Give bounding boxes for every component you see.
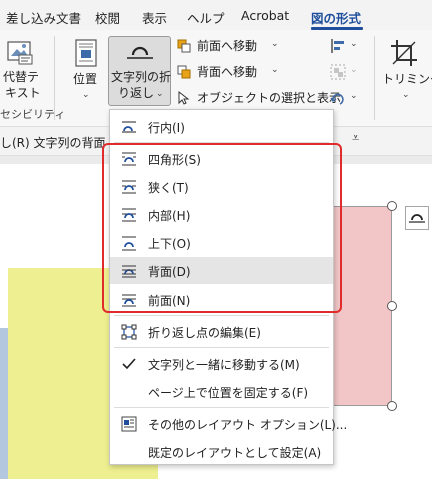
highlight-annotation-box <box>102 143 342 313</box>
alt-text-button[interactable]: 代替テ キスト <box>0 36 44 104</box>
ribbon-separator <box>374 36 375 120</box>
menu-item-label: 行内(I) <box>148 121 185 135</box>
chevron-down-icon: ⌄ <box>271 39 279 49</box>
alt-text-label-2: キスト <box>5 86 41 100</box>
tab-picture-format[interactable]: 図の形式 <box>311 8 361 27</box>
menu-separator <box>114 407 329 408</box>
menu-item-label: 既定のレイアウトとして設定(A) <box>148 446 322 460</box>
resize-handle[interactable] <box>387 301 397 311</box>
layout-options-button[interactable] <box>405 206 429 230</box>
menu-item-label: その他のレイアウト オプション(L)... <box>148 418 348 432</box>
align-icon <box>331 39 344 53</box>
wrap-text-label-2: り返し <box>118 86 155 100</box>
group-icon <box>330 64 346 80</box>
tab-view[interactable]: 表示 <box>142 8 167 27</box>
position-button[interactable]: 位置 ⌄ <box>66 36 106 104</box>
status-text: し(R) 文字列の背面 <box>0 136 106 150</box>
send-backward-button[interactable]: 背面へ移動 ⌄ <box>177 64 289 82</box>
group-button[interactable]: ⌄ <box>328 64 362 82</box>
bring-forward-button[interactable]: 前面へ移動 ⌄ <box>177 38 289 56</box>
resize-handle[interactable] <box>387 201 397 211</box>
chevron-down-icon: ⌄ <box>156 89 164 99</box>
send-backward-label: 背面へ移動 <box>197 65 258 79</box>
more-layout-options-icon <box>121 416 137 432</box>
bring-forward-label: 前面へ移動 <box>197 39 258 53</box>
menu-item-inline[interactable]: 行内(I) <box>110 113 333 140</box>
menu-item-set-as-default[interactable]: 既定のレイアウトとして設定(A) <box>110 438 333 465</box>
bring-forward-icon <box>177 39 191 53</box>
ribbon-separator <box>54 36 55 120</box>
selection-pane-label: オブジェクトの選択と表示 <box>197 91 342 105</box>
rotate-icon <box>330 93 344 105</box>
position-label: 位置 <box>73 72 98 86</box>
menu-item-edit-wrap-points[interactable]: 折り返し点の編集(E) <box>110 318 333 345</box>
check-icon <box>122 358 136 370</box>
wrap-text-button[interactable]: 文字列の折 り返し ⌄ <box>108 36 171 106</box>
edit-wrap-points-icon <box>121 324 137 340</box>
rotate-button[interactable]: ⌄ <box>328 90 362 108</box>
menu-item-move-with-text[interactable]: 文字列と一緒に移動する(M) <box>110 350 333 377</box>
wrap-text-icon <box>127 46 153 59</box>
menu-item-more-layout-options[interactable]: その他のレイアウト オプション(L)... <box>110 410 347 437</box>
chevron-down-icon: ⌄ <box>271 65 279 75</box>
trim-label: トリミング <box>382 72 432 86</box>
position-icon <box>75 39 97 67</box>
menu-separator <box>114 347 329 348</box>
menu-item-label: 折り返し点の編集(E) <box>148 326 261 340</box>
menu-item-label: ページ上で位置を固定する(F) <box>148 386 309 400</box>
customize-toolbar-icon[interactable]: ⩡ <box>352 131 359 146</box>
crop-icon <box>391 40 417 66</box>
selection-pane-icon <box>178 91 190 105</box>
ribbon-tab-bar: 差し込み文書 校閲 表示 ヘルプ Acrobat 図の形式 <box>0 0 432 30</box>
align-button[interactable]: ⌄ <box>328 38 362 56</box>
chevron-down-icon: ⌄ <box>350 91 358 101</box>
tab-review[interactable]: 校閲 <box>95 8 120 27</box>
send-backward-icon <box>177 65 191 79</box>
tab-acrobat[interactable]: Acrobat <box>241 8 289 23</box>
trim-button[interactable]: トリミング ⌄ <box>380 36 432 106</box>
alt-text-icon <box>7 41 33 65</box>
wrap-text-label-1: 文字列の折 <box>111 70 172 84</box>
tab-help[interactable]: ヘルプ <box>187 8 225 27</box>
chevron-down-icon: ⌄ <box>402 90 410 100</box>
chevron-down-icon: ⌄ <box>82 90 90 100</box>
inline-with-text-icon <box>122 121 136 133</box>
alt-text-label-1: 代替テ <box>3 70 40 84</box>
chevron-down-icon: ⌄ <box>350 65 358 75</box>
menu-item-fix-position[interactable]: ページ上で位置を固定する(F) <box>110 378 333 405</box>
resize-handle[interactable] <box>387 401 397 411</box>
menu-separator <box>114 315 329 316</box>
accessibility-group-label: セシビリティ <box>0 108 66 121</box>
tab-mailings[interactable]: 差し込み文書 <box>6 8 81 27</box>
selection-pane-button[interactable]: オブジェクトの選択と表示 <box>177 90 341 108</box>
layout-options-icon <box>409 214 425 223</box>
menu-item-label: 文字列と一緒に移動する(M) <box>148 358 300 372</box>
chevron-down-icon: ⌄ <box>350 39 358 49</box>
